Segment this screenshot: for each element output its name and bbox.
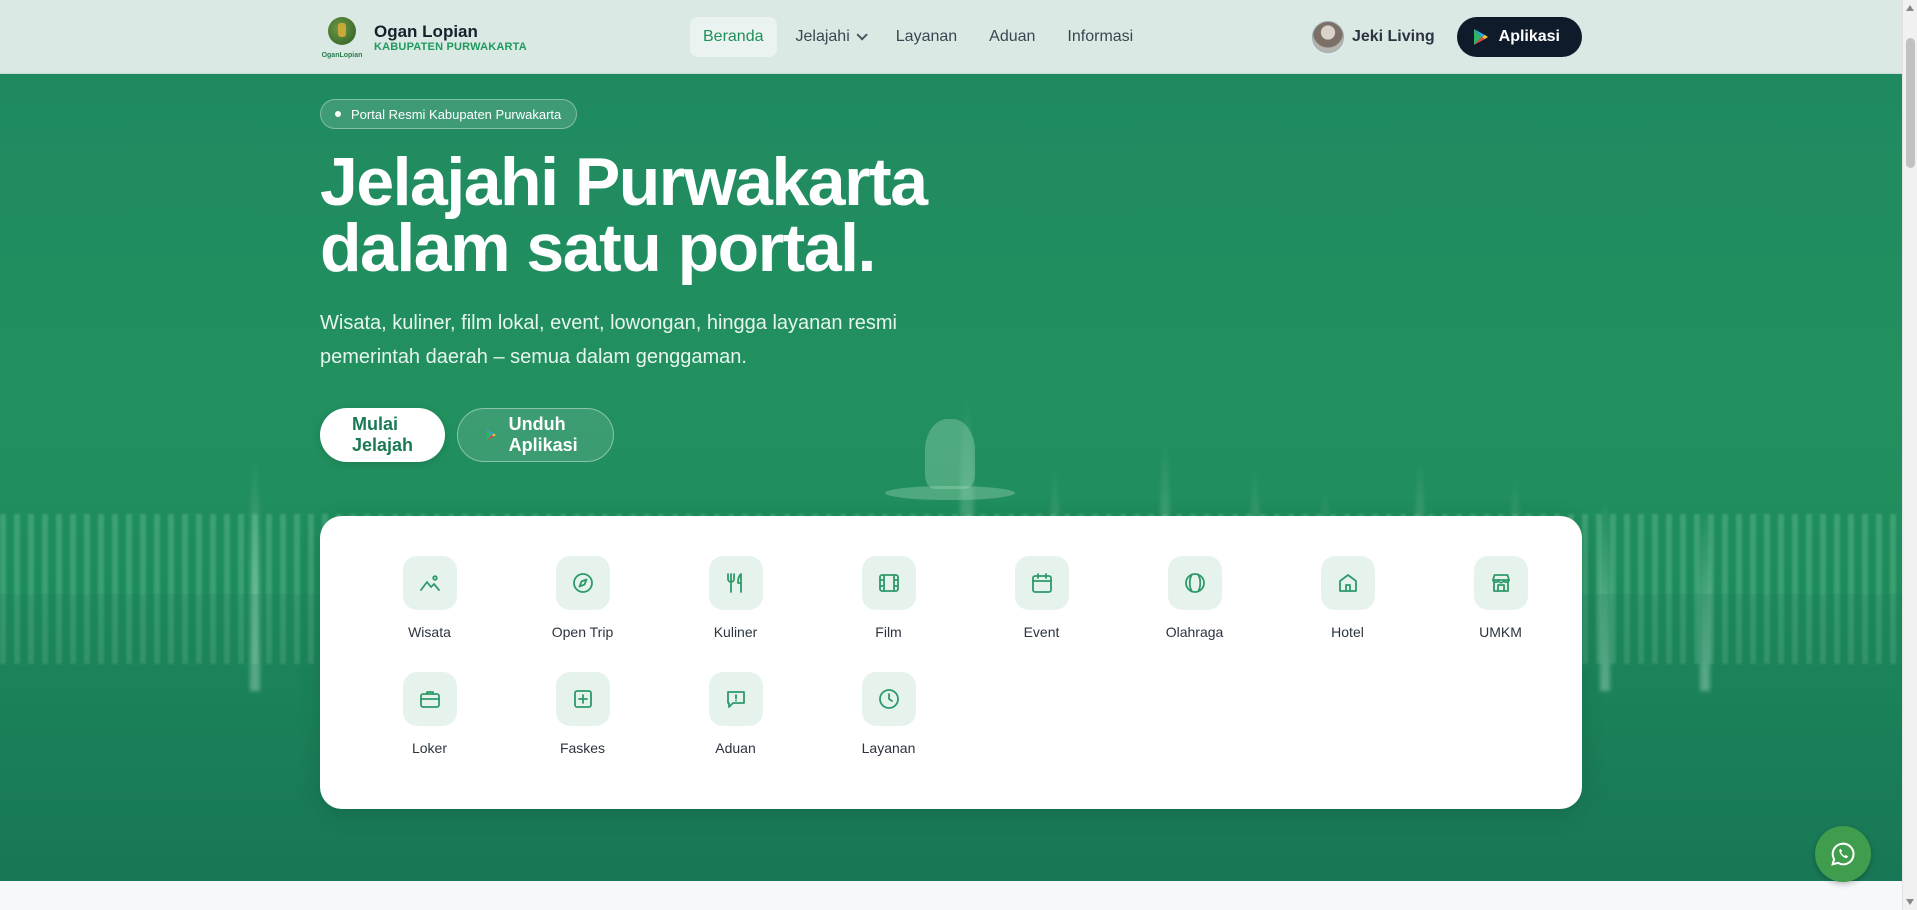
play-store-icon [1473, 29, 1488, 45]
user-profile[interactable]: Jeki Living [1311, 21, 1435, 53]
nav-informasi-label: Informasi [1067, 28, 1134, 45]
subline-line-2: pemerintah daerah – semua dalam genggama… [320, 346, 747, 368]
brand-logo-text: OganLopian [321, 52, 363, 59]
download-app-button[interactable]: Unduh Aplikasi [457, 408, 615, 462]
compass-icon [555, 556, 610, 610]
badge-text: Portal Resmi Kabupaten Purwakarta [351, 106, 562, 122]
category-label: UMKM [1479, 624, 1522, 640]
category-faskes[interactable]: Faskes [506, 672, 659, 756]
nav-links: Beranda Jelajahi Layanan Aduan Informasi [690, 17, 1146, 57]
utensils-icon [708, 556, 763, 610]
category-olahraga[interactable]: Olahraga [1118, 556, 1271, 640]
category-label: Open Trip [551, 624, 614, 640]
category-label: Loker [411, 740, 448, 756]
message-alert-icon [708, 672, 763, 726]
category-aduan[interactable]: Aduan [659, 672, 812, 756]
start-explore-label: Mulai Jelajah [352, 414, 414, 455]
nav-layanan-label: Layanan [895, 28, 958, 45]
category-label: Faskes [559, 740, 606, 756]
headline-line-1: Jelajahi Purwakarta [320, 144, 928, 220]
nav-beranda[interactable]: Beranda [690, 17, 777, 57]
next-section [0, 881, 1902, 910]
brand-subtitle: KABUPATEN PURWAKARTA [374, 40, 527, 53]
nav-jelajahi[interactable]: Jelajahi [783, 17, 877, 57]
film-icon [861, 556, 916, 610]
category-loker[interactable]: Loker [353, 672, 506, 756]
nav-jelajahi-label: Jelajahi [795, 28, 850, 45]
whatsapp-icon [1831, 842, 1855, 866]
whatsapp-button[interactable] [1815, 826, 1871, 882]
category-film[interactable]: Film [812, 556, 965, 640]
plus-square-icon [555, 672, 610, 726]
category-card: Wisata Open Trip Kuliner Film Event Olah… [320, 516, 1582, 809]
category-label: Aduan [715, 740, 756, 756]
nav-aduan[interactable]: Aduan [976, 17, 1048, 57]
chevron-down-icon [856, 29, 868, 41]
category-layanan[interactable]: Layanan [812, 672, 965, 756]
category-hotel[interactable]: Hotel [1271, 556, 1424, 640]
clock-icon [861, 672, 916, 726]
briefcase-icon [402, 672, 457, 726]
user-name: Jeki Living [1351, 28, 1435, 45]
play-store-icon [486, 429, 496, 441]
avatar [1311, 21, 1344, 53]
hero-headline: Jelajahi Purwakarta dalam satu portal. [320, 144, 1020, 286]
navbar: OganLopian Ogan Lopian KABUPATEN PURWAKA… [0, 0, 1902, 74]
subline-line-1: Wisata, kuliner, film lokal, event, lowo… [320, 312, 897, 334]
category-open-trip[interactable]: Open Trip [506, 556, 659, 640]
scrollbar-thumb[interactable] [1906, 38, 1915, 168]
nav-layanan[interactable]: Layanan [883, 17, 970, 57]
headline-line-2: dalam satu portal. [320, 210, 876, 286]
mountain-icon [402, 556, 457, 610]
store-icon [1473, 556, 1528, 610]
nav-aduan-label: Aduan [989, 28, 1036, 45]
category-label: Kuliner [713, 624, 758, 640]
official-portal-badge: Portal Resmi Kabupaten Purwakarta [320, 99, 578, 129]
category-event[interactable]: Event [965, 556, 1118, 640]
start-explore-button[interactable]: Mulai Jelajah [320, 408, 446, 462]
category-label: Olahraga [1165, 624, 1224, 640]
page-scrollbar[interactable] [1902, 0, 1917, 910]
brand[interactable]: OganLopian Ogan Lopian KABUPATEN PURWAKA… [320, 15, 527, 59]
category-wisata[interactable]: Wisata [353, 556, 506, 640]
app-download-button[interactable]: Aplikasi [1456, 17, 1582, 57]
category-label: Film [875, 624, 902, 640]
category-label: Hotel [1331, 624, 1364, 640]
statue-base-decor [885, 486, 1015, 500]
home-icon [1320, 556, 1375, 610]
hero-subline: Wisata, kuliner, film lokal, event, lowo… [320, 306, 960, 374]
category-kuliner[interactable]: Kuliner [659, 556, 812, 640]
scroll-down-arrow-icon[interactable] [1906, 899, 1914, 905]
badge-dot-icon [335, 111, 341, 117]
category-label: Wisata [408, 624, 451, 640]
download-app-label: Unduh Aplikasi [508, 414, 578, 455]
calendar-icon [1014, 556, 1069, 610]
nav-informasi[interactable]: Informasi [1054, 17, 1146, 57]
category-label: Event [1023, 624, 1060, 640]
brand-logo-icon: OganLopian [320, 15, 364, 59]
brand-title: Ogan Lopian [374, 21, 478, 41]
statue-decor [925, 419, 975, 489]
category-umkm[interactable]: UMKM [1424, 556, 1577, 640]
category-label: Layanan [861, 740, 916, 756]
app-download-label: Aplikasi [1498, 28, 1560, 45]
nav-beranda-label: Beranda [703, 28, 764, 45]
ball-icon [1167, 556, 1222, 610]
scroll-up-arrow-icon[interactable] [1906, 5, 1914, 11]
